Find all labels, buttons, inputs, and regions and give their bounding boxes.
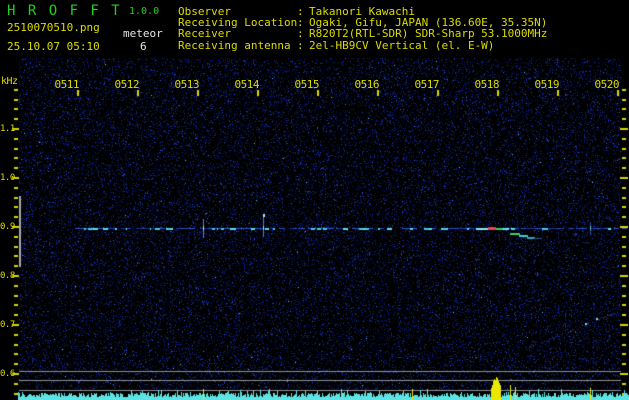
app-title: H R O F F T	[7, 3, 122, 19]
frequency-tick-label: 0.6	[0, 369, 15, 379]
frequency-tick-label: 1.1	[0, 124, 15, 134]
frequency-tick-label: 0.7	[0, 320, 15, 330]
time-tick-label: 0516	[354, 78, 380, 91]
output-filename: 2510070510.png	[7, 21, 100, 34]
observation-datetime: 25.10.07 05:10	[7, 40, 100, 53]
frequency-tick-label: 0.9	[0, 222, 15, 232]
frequency-tick-label: 0.8	[0, 271, 15, 281]
time-tick-label: 0511	[54, 78, 80, 91]
y-axis-unit-label: kHz	[1, 76, 18, 87]
info-separator: :	[297, 38, 304, 52]
time-tick-label: 0519	[534, 78, 560, 91]
time-tick-label: 0512	[114, 78, 140, 91]
station-info-row: Receiving antenna:2el-HB9CV Vertical (el…	[178, 38, 547, 52]
frequency-tick-label: 1.0	[0, 173, 15, 183]
station-info-block: Observer: Takanori Kawachi Receiving Locat…	[178, 6, 547, 51]
info-value: 2el-HB9CV Vertical (el. E-W)	[309, 38, 495, 52]
meteor-count-value: 6	[140, 40, 147, 53]
info-separator: :	[297, 27, 304, 41]
time-tick-label: 0514	[234, 78, 260, 91]
info-label: Receiving antenna	[178, 38, 291, 52]
time-tick-label: 0517	[414, 78, 440, 91]
spectrogram-canvas	[0, 0, 629, 400]
observation-mode: meteor	[123, 27, 163, 40]
app-version: 1.0.0	[129, 6, 160, 17]
hrofft-output-screen: H R O F F T 1.0.0 2510070510.png meteor …	[0, 0, 629, 400]
time-tick-label: 0520	[594, 78, 620, 91]
time-tick-label: 0513	[174, 78, 200, 91]
time-tick-label: 0518	[474, 78, 500, 91]
info-label: Receiver	[178, 27, 231, 41]
time-tick-label: 0515	[294, 78, 320, 91]
